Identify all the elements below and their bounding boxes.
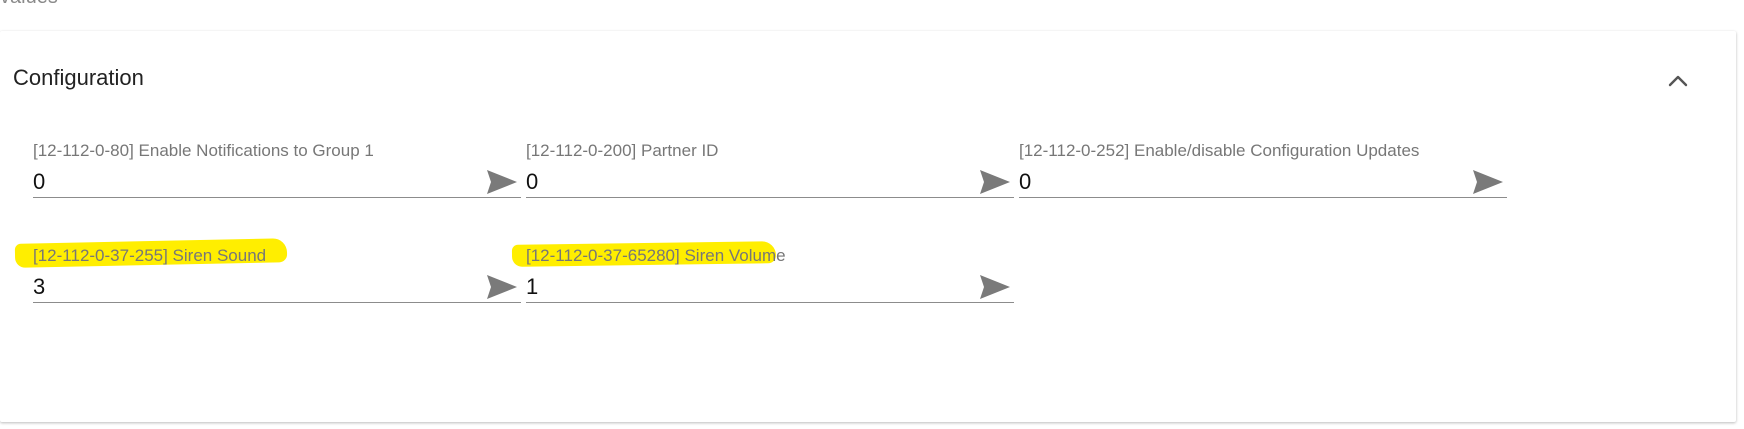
config-updates-input[interactable] [1019, 167, 1507, 198]
send-button-siren-sound[interactable] [482, 270, 522, 304]
send-button-partner-id[interactable] [975, 165, 1015, 199]
send-button-siren-volume[interactable] [975, 270, 1015, 304]
field-label: [12-112-0-252] Enable/disable Configurat… [1019, 141, 1420, 160]
collapse-button[interactable] [1660, 63, 1696, 99]
panel-title: Configuration [13, 65, 144, 90]
send-icon [487, 275, 517, 299]
field-label: [12-112-0-37-65280] Siren Volume [526, 246, 786, 265]
section-above-label: values [0, 0, 58, 9]
siren-volume-input[interactable] [526, 272, 1014, 303]
configuration-header[interactable]: Configuration [0, 31, 1736, 127]
send-icon [1473, 170, 1503, 194]
field-label: [12-112-0-80] Enable Notifications to Gr… [33, 141, 374, 160]
field-label: [12-112-0-200] Partner ID [526, 141, 719, 160]
chevron-up-icon [1668, 75, 1688, 87]
send-button-enable-notifications[interactable] [482, 165, 522, 199]
field-label: [12-112-0-37-255] Siren Sound [33, 246, 267, 265]
send-icon [487, 170, 517, 194]
enable-notifications-input[interactable] [33, 167, 521, 198]
send-icon [980, 275, 1010, 299]
siren-sound-input[interactable] [33, 272, 521, 303]
configuration-panel: Configuration [12-112-0-80] Enable Notif… [0, 31, 1736, 422]
send-icon [980, 170, 1010, 194]
partner-id-input[interactable] [526, 167, 1014, 198]
send-button-config-updates[interactable] [1468, 165, 1508, 199]
